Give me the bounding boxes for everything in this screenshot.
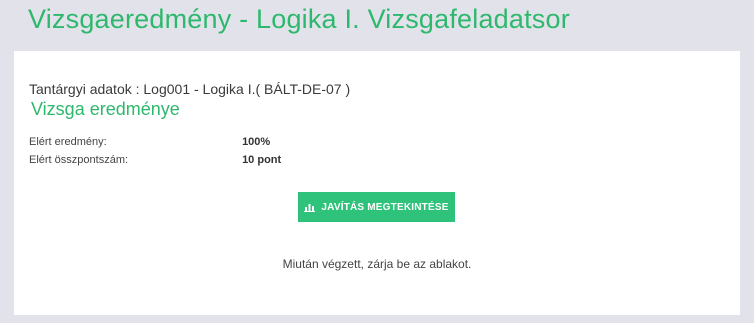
page-title: Vizsgaeredmény - Logika I. Vizsgafeladat… <box>28 4 570 34</box>
subject-info: Tantárgyi adatok : Log001 - Logika I.( B… <box>29 81 351 97</box>
result-row-score: Elért eredmény: 100% <box>29 136 270 148</box>
score-label: Elért eredmény: <box>29 136 107 148</box>
result-row-points: Elért összpontszám: 10 pont <box>29 154 281 166</box>
bar-chart-icon <box>304 202 316 212</box>
close-window-note: Miután végzett, zárja be az ablakot. <box>282 257 472 271</box>
result-panel: Tantárgyi adatok : Log001 - Logika I.( B… <box>14 51 740 315</box>
section-title: Vizsga eredménye <box>31 99 180 119</box>
score-value: 100% <box>242 136 271 148</box>
points-value: 10 pont <box>242 154 282 166</box>
points-label: Elért összpontszám: <box>29 154 129 166</box>
view-correction-label: JAVÍTÁS MEGTEKINTÉSE <box>321 201 449 213</box>
view-correction-button[interactable]: JAVÍTÁS MEGTEKINTÉSE <box>298 192 455 222</box>
